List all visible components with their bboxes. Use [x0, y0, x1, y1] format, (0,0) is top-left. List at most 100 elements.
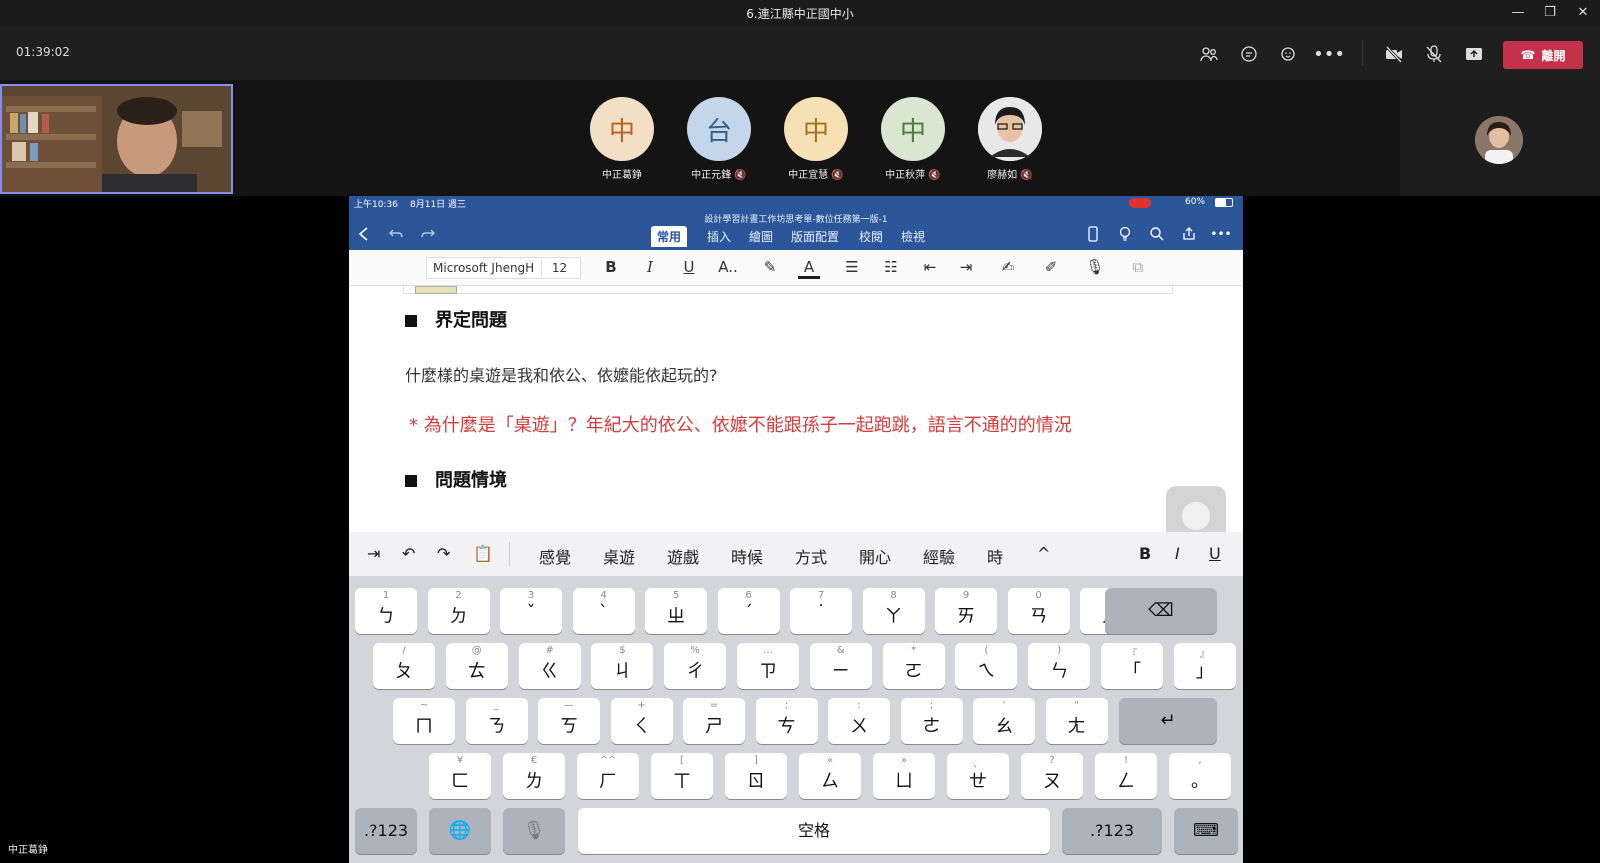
key[interactable]: 1ㄅ [355, 588, 417, 634]
key[interactable]: % ㄔ [664, 643, 727, 689]
key[interactable]: [ㄒ [651, 753, 713, 799]
participant-avatar[interactable]: 中 [590, 97, 654, 161]
tab-insert[interactable]: 插入 [701, 226, 737, 247]
tab-home[interactable]: 常用 [651, 226, 688, 247]
key[interactable]: ? ㄡ [1021, 753, 1083, 799]
key[interactable]: 3ˇ [500, 588, 562, 634]
key[interactable]: 5ㄓ [645, 588, 707, 634]
key[interactable]: ~ ㄇ [393, 698, 455, 744]
suggestion-item[interactable]: 經驗 [923, 544, 955, 568]
key[interactable]: :ㄨ [828, 698, 890, 744]
key[interactable]: ; ㄘ [755, 698, 818, 744]
tab-layout[interactable]: 版面配置 [785, 226, 845, 247]
suggestion-item[interactable]: 開心 [859, 544, 891, 568]
redo-icon[interactable] [417, 223, 439, 245]
chat-icon[interactable] [1235, 40, 1263, 68]
key[interactable]: ! ㄥ [1095, 753, 1157, 799]
font-color-button[interactable]: A [798, 258, 820, 279]
key[interactable]: ,。 [1169, 753, 1231, 799]
leave-button[interactable]: ☎ 離開 [1503, 41, 1583, 69]
spotlight-avatar[interactable] [1475, 116, 1523, 164]
mic-off-icon[interactable] [1420, 40, 1448, 68]
bold-button[interactable]: B [600, 258, 622, 276]
kbd-bold-button[interactable]: B [1139, 544, 1151, 563]
search-icon[interactable] [1146, 223, 1168, 245]
chevron-up-icon[interactable]: ^ [1037, 544, 1050, 563]
key[interactable]: 2ㄉ [427, 588, 490, 634]
suggestion-item[interactable]: 感覺 [539, 544, 571, 568]
tab-view[interactable]: 檢視 [895, 226, 931, 247]
phone-view-icon[interactable] [1082, 223, 1104, 245]
key[interactable]: ¥ ㄈ [429, 753, 491, 799]
kbd-redo-icon[interactable]: ↷ [437, 544, 450, 563]
share-icon[interactable] [1178, 223, 1200, 245]
key[interactable]: 』」 [1173, 643, 1236, 689]
key[interactable]: ^^ ㄏ [577, 753, 639, 799]
key[interactable]: _ ㄋ [465, 698, 528, 744]
italic-button[interactable]: I [639, 258, 661, 276]
key[interactable]: * ㄛ [882, 643, 945, 689]
space-key[interactable]: 空格 [578, 808, 1050, 854]
minimize-icon[interactable]: — [1503, 2, 1533, 24]
dictation-key[interactable]: 🎙 [503, 808, 565, 854]
close-icon[interactable]: ✕ [1568, 2, 1598, 24]
key[interactable]: 、ㄝ [947, 753, 1009, 799]
suggestion-item[interactable]: 遊戲 [667, 544, 699, 568]
key[interactable]: 4ˋ [572, 588, 635, 634]
clipboard-icon[interactable]: 📋 [473, 544, 493, 563]
kbd-underline-button[interactable]: U [1209, 544, 1221, 563]
key[interactable]: 『「 [1101, 643, 1163, 689]
reactions-icon[interactable] [1275, 40, 1303, 68]
tab-draw[interactable]: 繪圖 [743, 226, 779, 247]
key[interactable]: ' ㄠ [973, 698, 1035, 744]
restore-icon[interactable]: ❐ [1535, 2, 1565, 24]
paste-format-icon[interactable]: ⧉ [1127, 258, 1149, 276]
key[interactable]: ) ㄣ [1028, 643, 1091, 689]
num-mode-key-left[interactable]: .?123 [355, 808, 417, 854]
globe-key[interactable]: 🌐 [429, 808, 491, 854]
participant-avatar[interactable] [978, 97, 1042, 161]
more-options-icon[interactable]: ••• [1313, 40, 1345, 68]
key[interactable]: » ㄩ [873, 753, 935, 799]
key[interactable]: «ㄙ [799, 753, 861, 799]
tab-key-icon[interactable]: ⇥ [367, 544, 380, 563]
key[interactable]: & ㄧ [809, 643, 872, 689]
key[interactable]: = ㄕ [683, 698, 745, 744]
highlighter-icon[interactable]: ✎ [759, 258, 781, 276]
key[interactable]: … ㄗ [737, 643, 799, 689]
hide-keyboard-key[interactable]: ⌨ [1174, 808, 1238, 854]
back-icon[interactable] [353, 223, 375, 245]
bullets-icon[interactable]: ☰ [841, 258, 863, 276]
document-canvas[interactable]: 界定問題 什麼樣的桌遊是我和依公、依嬤能依起玩的? * 為什麼是「桌遊」？年紀大… [349, 286, 1243, 546]
key[interactable]: — ㄎ [538, 698, 600, 744]
key[interactable]: 7 ˙ [790, 588, 852, 634]
participant-avatar[interactable]: 中 [784, 97, 848, 161]
share-screen-icon[interactable] [1460, 40, 1488, 68]
undo-icon[interactable] [385, 223, 407, 245]
kbd-undo-icon[interactable]: ↶ [402, 544, 415, 563]
key[interactable]: + ㄑ [610, 698, 673, 744]
key[interactable]: $ ㄐ [591, 643, 654, 689]
ribbon-more-icon[interactable]: ••• [1210, 223, 1232, 245]
text-effects-button[interactable]: A.. [717, 258, 739, 276]
key[interactable]: ] ㄖ [725, 753, 787, 799]
tab-review[interactable]: 校閱 [853, 226, 889, 247]
camera-off-icon[interactable] [1380, 40, 1408, 68]
numbering-icon[interactable]: ☷ [880, 258, 902, 276]
delete-key[interactable]: ⌫ [1105, 588, 1217, 634]
indent-icon[interactable]: ⇥ [955, 258, 977, 276]
participant-avatar[interactable]: 台 [687, 97, 751, 161]
outdent-icon[interactable]: ⇤ [919, 258, 941, 276]
kbd-italic-button[interactable]: I [1175, 544, 1180, 563]
clear-format-icon[interactable]: ✐ [1040, 258, 1062, 276]
font-size-field[interactable]: 12 [541, 258, 577, 278]
num-mode-key-right[interactable]: .?123 [1062, 808, 1162, 854]
underline-button[interactable]: U [678, 258, 700, 276]
key[interactable]: 9ㄞ [935, 588, 997, 634]
suggestion-item[interactable]: 桌遊 [603, 544, 635, 568]
suggestion-item[interactable]: 方式 [795, 544, 827, 568]
key[interactable]: 8ㄚ [862, 588, 925, 634]
return-key[interactable]: ↵ [1119, 698, 1217, 744]
key[interactable]: # ㄍ [518, 643, 581, 689]
key[interactable]: ; ㄜ [900, 698, 963, 744]
